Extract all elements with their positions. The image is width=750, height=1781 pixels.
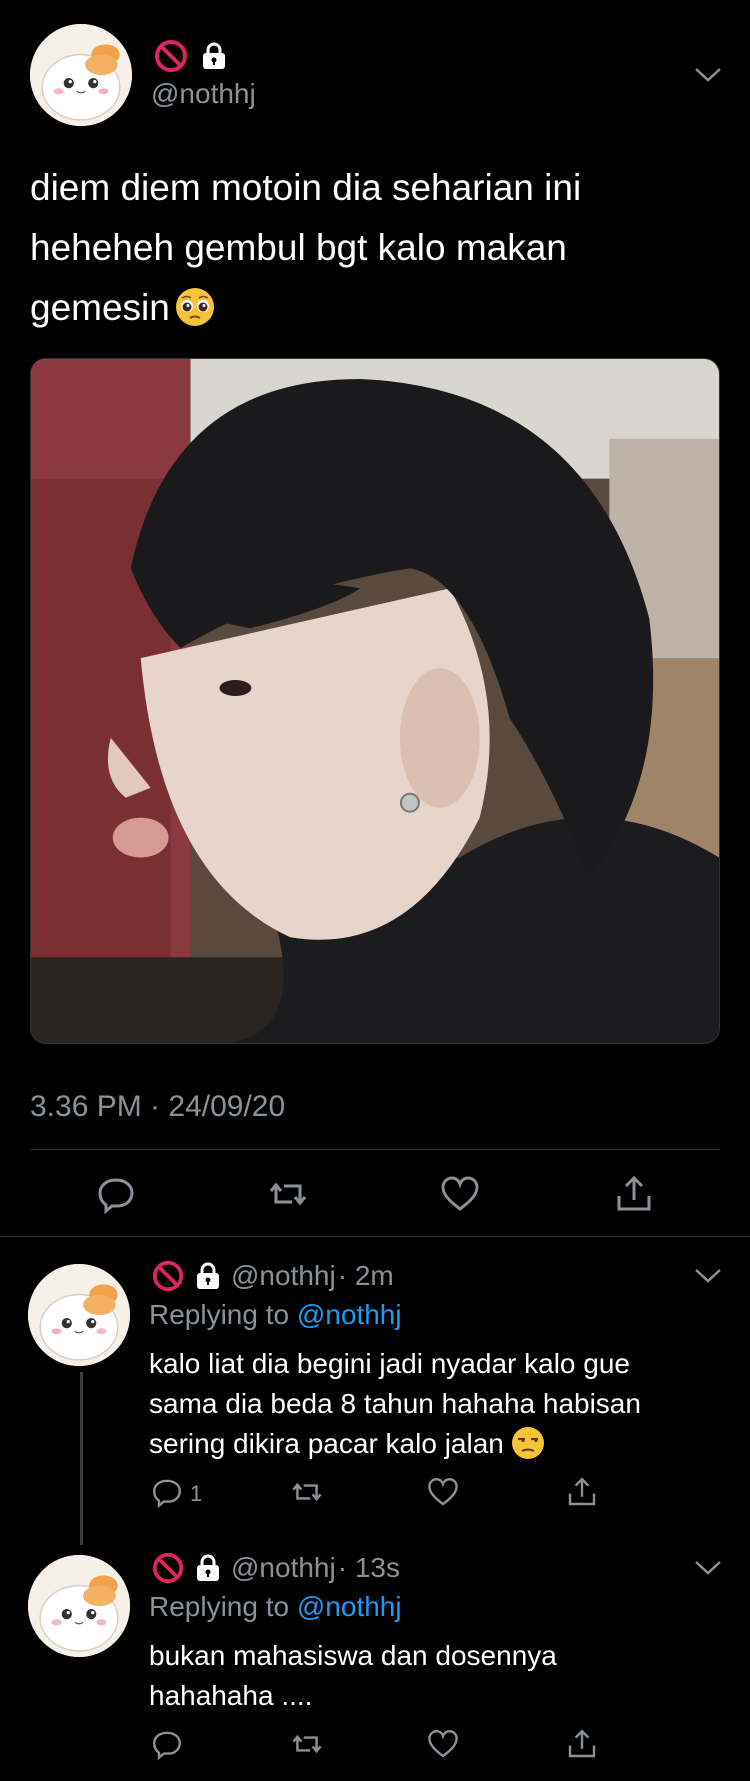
- reply-icon: [152, 1479, 182, 1508]
- retweet-icon: [292, 1734, 322, 1754]
- chevron-down-icon[interactable]: [694, 66, 722, 84]
- hamster-avatar-icon: [28, 1264, 130, 1366]
- tweet-text-line: diem diem motoin dia seharian ini: [30, 167, 582, 208]
- like-button[interactable]: [440, 1174, 480, 1214]
- reply-time[interactable]: · 2m: [338, 1260, 394, 1292]
- mention-link[interactable]: @nothhj: [297, 1591, 402, 1622]
- retweet-button[interactable]: [268, 1174, 308, 1214]
- hamster-avatar-icon: [28, 1555, 130, 1657]
- replying-to-label: Replying to: [149, 1299, 290, 1330]
- unamused-face-icon: [510, 1425, 546, 1461]
- share-button[interactable]: [566, 1728, 598, 1760]
- divider: [0, 1236, 750, 1237]
- reply-handle[interactable]: @nothhj: [231, 1260, 336, 1292]
- like-icon: [428, 1729, 458, 1758]
- thread-line: [80, 1372, 83, 1545]
- hamster-avatar-icon: [30, 24, 132, 126]
- share-icon: [568, 1729, 596, 1758]
- reply-time[interactable]: · 13s: [338, 1552, 400, 1584]
- retweet-button[interactable]: [291, 1728, 323, 1760]
- reply-text: bukan mahasiswa dan dosennya hahahaha ..…: [149, 1636, 719, 1716]
- reply-icon: [98, 1178, 134, 1214]
- no-entry-icon: [153, 38, 189, 74]
- no-entry-icon: [151, 1259, 185, 1293]
- pleading-face-icon: [174, 286, 216, 328]
- portrait-photo-icon: [31, 359, 719, 1043]
- retweet-icon: [292, 1482, 322, 1502]
- handle-badges: [153, 38, 229, 74]
- mention-link[interactable]: @nothhj: [297, 1299, 402, 1330]
- reply-header: @nothhj · 2m: [151, 1259, 394, 1293]
- avatar[interactable]: [30, 24, 132, 126]
- reply-text-line: kalo liat dia begini jadi nyadar kalo gu…: [149, 1348, 630, 1379]
- reply-button[interactable]: [151, 1728, 183, 1760]
- retweet-button[interactable]: [291, 1476, 323, 1508]
- share-button[interactable]: [566, 1476, 598, 1508]
- like-button[interactable]: [427, 1476, 459, 1508]
- reply-count: 1: [190, 1481, 203, 1506]
- reply-button[interactable]: [151, 1476, 183, 1508]
- chevron-down-icon[interactable]: [694, 1559, 722, 1577]
- tweet-text-line: heheheh gembul bgt kalo makan: [30, 227, 567, 268]
- avatar[interactable]: [28, 1555, 130, 1657]
- lock-icon: [199, 41, 229, 71]
- avatar[interactable]: [28, 1264, 130, 1366]
- reply-header: @nothhj · 13s: [151, 1551, 400, 1585]
- share-icon: [568, 1477, 596, 1506]
- replying-to: Replying to @nothhj: [149, 1591, 402, 1623]
- reply-text-line: bukan mahasiswa dan dosennya: [149, 1640, 557, 1671]
- tweet-photo[interactable]: [30, 358, 720, 1044]
- divider: [30, 1149, 720, 1150]
- retweet-icon: [269, 1182, 307, 1206]
- share-button[interactable]: [614, 1174, 654, 1214]
- tweet-text: diem diem motoin dia seharian ini hehehe…: [30, 158, 710, 338]
- replying-to-label: Replying to: [149, 1591, 290, 1622]
- no-entry-icon: [151, 1551, 185, 1585]
- reply-handle[interactable]: @nothhj: [231, 1552, 336, 1584]
- lock-icon: [193, 1553, 223, 1583]
- tweet-timestamp[interactable]: 3.36 PM · 24/09/20: [30, 1090, 285, 1124]
- like-icon: [428, 1477, 458, 1506]
- reply-button[interactable]: [96, 1174, 136, 1214]
- chevron-down-icon[interactable]: [694, 1267, 722, 1285]
- lock-icon: [193, 1261, 223, 1291]
- share-icon: [617, 1175, 651, 1211]
- reply-text-line: hahahaha ....: [149, 1680, 313, 1711]
- like-icon: [441, 1176, 479, 1211]
- reply-icon: [152, 1731, 182, 1760]
- reply-text-line: sama dia beda 8 tahun hahaha habisan: [149, 1388, 641, 1419]
- tweet-handle[interactable]: @nothhj: [151, 78, 256, 110]
- replying-to: Replying to @nothhj: [149, 1299, 402, 1331]
- reply-text-line: sering dikira pacar kalo jalan: [149, 1428, 504, 1459]
- like-button[interactable]: [427, 1728, 459, 1760]
- reply-text: kalo liat dia begini jadi nyadar kalo gu…: [149, 1344, 719, 1464]
- tweet-text-line: gemesin: [30, 287, 170, 328]
